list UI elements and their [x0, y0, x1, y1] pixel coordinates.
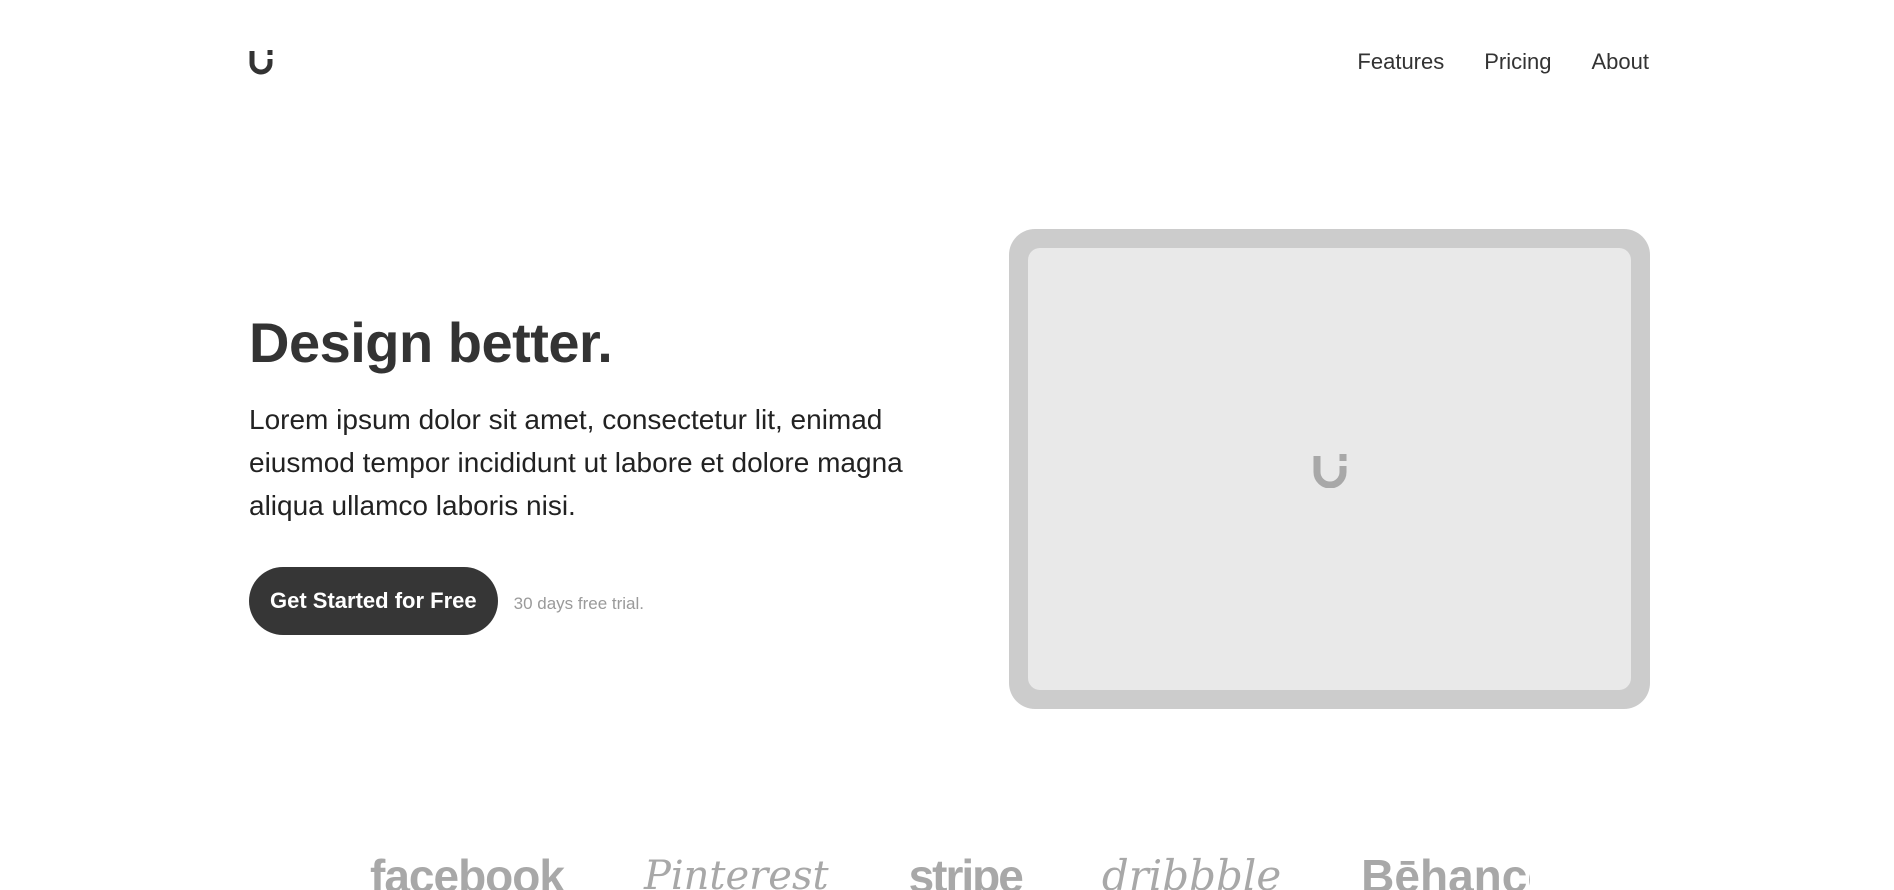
dribbble-logo: dribbble — [1101, 851, 1282, 890]
hero-title: Design better. — [249, 311, 613, 374]
facebook-logo: facebook — [370, 850, 565, 890]
logo-icon[interactable] — [249, 47, 273, 75]
hero-description: Lorem ipsum dolor sit amet, consectetur … — [249, 404, 903, 521]
stripe-logo: stripe — [908, 850, 1024, 890]
cta-row: Get Started for Free 30 days free trial. — [249, 567, 929, 635]
main-nav: Features Pricing About — [1357, 48, 1649, 76]
trial-note: 30 days free trial. — [513, 594, 645, 613]
get-started-button[interactable]: Get Started for Free — [249, 567, 498, 635]
screen-logo-icon — [1312, 450, 1348, 488]
device-screen — [1028, 248, 1631, 690]
nav-link-pricing[interactable]: Pricing — [1484, 48, 1551, 76]
brand-logos-row: facebook Pinterest stripe dribbble Bēhan… — [370, 848, 1530, 890]
nav-link-about[interactable]: About — [1592, 48, 1650, 76]
pinterest-logo: Pinterest — [643, 853, 829, 890]
u-magnet-logo-icon — [249, 50, 273, 75]
nav-link-features[interactable]: Features — [1357, 48, 1444, 76]
landing-page: Features Pricing About Design better. Lo… — [0, 0, 1894, 890]
hero-section: Design better. Lorem ipsum dolor sit ame… — [249, 310, 929, 635]
device-mockup — [1009, 229, 1650, 709]
behance-logo: Bēhance — [1361, 850, 1530, 890]
